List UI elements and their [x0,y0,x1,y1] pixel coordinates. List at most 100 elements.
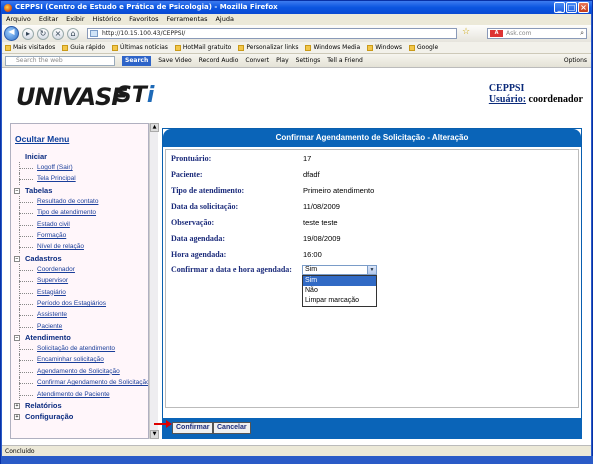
bookmark-item[interactable]: Google [409,42,438,53]
univasf-logo: UNIVASF [16,83,128,111]
confirm-select[interactable]: Sim ▼ [302,265,377,275]
addon-toolbar: Search the web Search Save Video Record … [2,54,591,68]
bookmark-item[interactable]: HotMail gratuito [174,42,232,53]
forward-arrow-icon[interactable]: ▸ [22,27,34,40]
menu-item-atendimento-paciente[interactable]: Atendimento de Paciente [11,388,148,401]
status-text: Concluído [5,448,35,455]
panel-title: Confirmar Agendamento de Solicitação - A… [163,129,581,147]
scroll-down-icon[interactable]: ▼ [150,430,159,439]
menu-item-nivel-relacao[interactable]: Nível de relação [11,241,148,254]
hide-menu-link[interactable]: Ocultar Menu [15,134,69,144]
section-relatorios[interactable]: + Relatórios [11,400,148,411]
collapse-icon[interactable]: − [14,335,20,342]
menu-item-encaminhar[interactable]: Encaminhar solicitação [11,354,148,367]
menu-ferramentas[interactable]: Ferramentas [167,14,208,25]
menu-item-assistente[interactable]: Assistente [11,309,148,322]
reload-icon[interactable]: ↻ [37,27,49,40]
menu-bar: Arquivo Editar Exibir Histórico Favorito… [2,14,591,25]
search-box[interactable]: A Ask.com ⌕ [487,28,587,39]
sidebar-menu: Ocultar Menu Iniciar Logoff (Sair) Tela … [10,123,149,439]
menu-item-tela-principal[interactable]: Tela Principal [11,173,148,186]
section-cadastros[interactable]: − Cadastros [11,253,148,264]
bookmark-item[interactable]: Windows [367,42,402,53]
menu-item-estagiario[interactable]: Estagiário [11,286,148,299]
menu-item-solicitacao[interactable]: Solicitação de atendimento [11,343,148,355]
home-icon[interactable]: ⌂ [67,27,79,40]
firefox-icon [4,4,12,12]
section-configuracao[interactable]: + Configuração [11,411,148,422]
web-search-button[interactable]: Search [122,56,152,66]
expand-icon[interactable]: + [14,403,20,410]
close-button[interactable]: × [578,2,589,13]
back-arrow-icon[interactable]: ◀ [4,26,19,41]
sidebar-scrollbar[interactable]: ▲ ▼ [149,123,159,439]
field-value: 19/08/2009 [303,234,341,243]
menu-historico[interactable]: Histórico [93,14,122,25]
menu-item-confirmar-agendamento[interactable]: Confirmar Agendamento de Solicitação [11,377,148,390]
collapse-icon[interactable]: − [14,187,20,194]
user-name: coordenador [528,94,583,105]
convert-button[interactable]: Convert [245,54,269,67]
option-sim[interactable]: Sim [303,276,376,286]
address-bar[interactable]: http://10.15.100.43/CEPPSI/ [87,28,457,39]
menu-item-estado-civil[interactable]: Estado civil [11,218,148,231]
section-label: Tabelas [25,185,53,195]
menu-item-tipo-atendimento[interactable]: Tipo de atendimento [11,207,148,219]
cancel-button[interactable]: Cancelar [213,422,251,434]
section-iniciar[interactable]: Iniciar [11,151,148,162]
bookmark-item[interactable]: Windows Media [305,42,360,53]
field-value: teste teste [303,218,338,227]
bookmark-item[interactable]: Personalizar links [238,42,298,53]
folder-icon [62,44,69,51]
bookmark-label: Mais visitados [13,43,56,51]
menu-item-coordenador[interactable]: Coordenador [11,263,148,276]
url-text: http://10.15.100.43/CEPPSI/ [102,30,186,37]
user-info: CEPPSI Usuário: coordenador [489,83,583,105]
sti-logo-a: ST [116,83,147,108]
option-nao[interactable]: Não [303,286,376,296]
expand-icon[interactable]: + [14,414,20,421]
field-label: Hora agendada: [171,250,227,259]
menu-item-periodo-estagiarios[interactable]: Período dos Estagiários [11,297,148,310]
menu-ajuda[interactable]: Ajuda [215,14,233,25]
menu-exibir[interactable]: Exibir [66,14,84,25]
chevron-down-icon[interactable]: ▼ [367,266,376,274]
search-icon[interactable]: ⌕ [580,29,584,38]
maximize-button[interactable]: □ [566,2,577,13]
save-video-button[interactable]: Save Video [158,54,191,67]
stop-icon[interactable]: × [52,27,64,40]
confirm-button[interactable]: Confirmar [172,422,214,434]
main-panel: Confirmar Agendamento de Solicitação - A… [162,128,582,439]
tell-a-friend-button[interactable]: Tell a Friend [327,54,363,67]
option-limpar[interactable]: Limpar marcação [303,296,376,306]
options-button[interactable]: Options [564,54,587,68]
menu-item-paciente[interactable]: Paciente [11,320,148,333]
menu-item-logoff[interactable]: Logoff (Sair) [11,162,148,174]
bookmark-item[interactable]: Guia rápido [62,42,105,53]
web-search-input[interactable]: Search the web [5,56,115,66]
bookmark-label: Últimas notícias [120,43,168,51]
menu-item-formacao[interactable]: Formação [11,229,148,242]
navigation-toolbar: ◀ ▸ ↻ × ⌂ http://10.15.100.43/CEPPSI/ ☆ … [2,25,591,42]
menu-item-supervisor[interactable]: Supervisor [11,275,148,287]
collapse-icon[interactable]: − [14,255,20,262]
bookmark-item[interactable]: Mais visitados [5,42,55,53]
bookmark-label: HotMail gratuito [182,43,232,51]
section-atendimento[interactable]: − Atendimento [11,332,148,343]
bookmark-label: Windows [375,43,402,51]
menu-favoritos[interactable]: Favoritos [129,14,158,25]
menu-arquivo[interactable]: Arquivo [6,14,31,25]
bookmark-item[interactable]: Últimas notícias [112,42,168,53]
user-label[interactable]: Usuário: [489,94,526,105]
menu-item-agendamento[interactable]: Agendamento de Solicitação [11,365,148,378]
minimize-button[interactable]: _ [554,2,565,13]
web-search-placeholder: Search the web [16,57,63,64]
menu-item-resultado-contato[interactable]: Resultado de contato [11,195,148,208]
record-audio-button[interactable]: Record Audio [199,54,239,67]
section-tabelas[interactable]: − Tabelas [11,185,148,196]
play-button[interactable]: Play [276,54,289,67]
settings-button[interactable]: Settings [296,54,321,67]
bookmark-star-icon[interactable]: ☆ [462,27,470,37]
menu-editar[interactable]: Editar [39,14,58,25]
scroll-up-icon[interactable]: ▲ [150,123,159,132]
